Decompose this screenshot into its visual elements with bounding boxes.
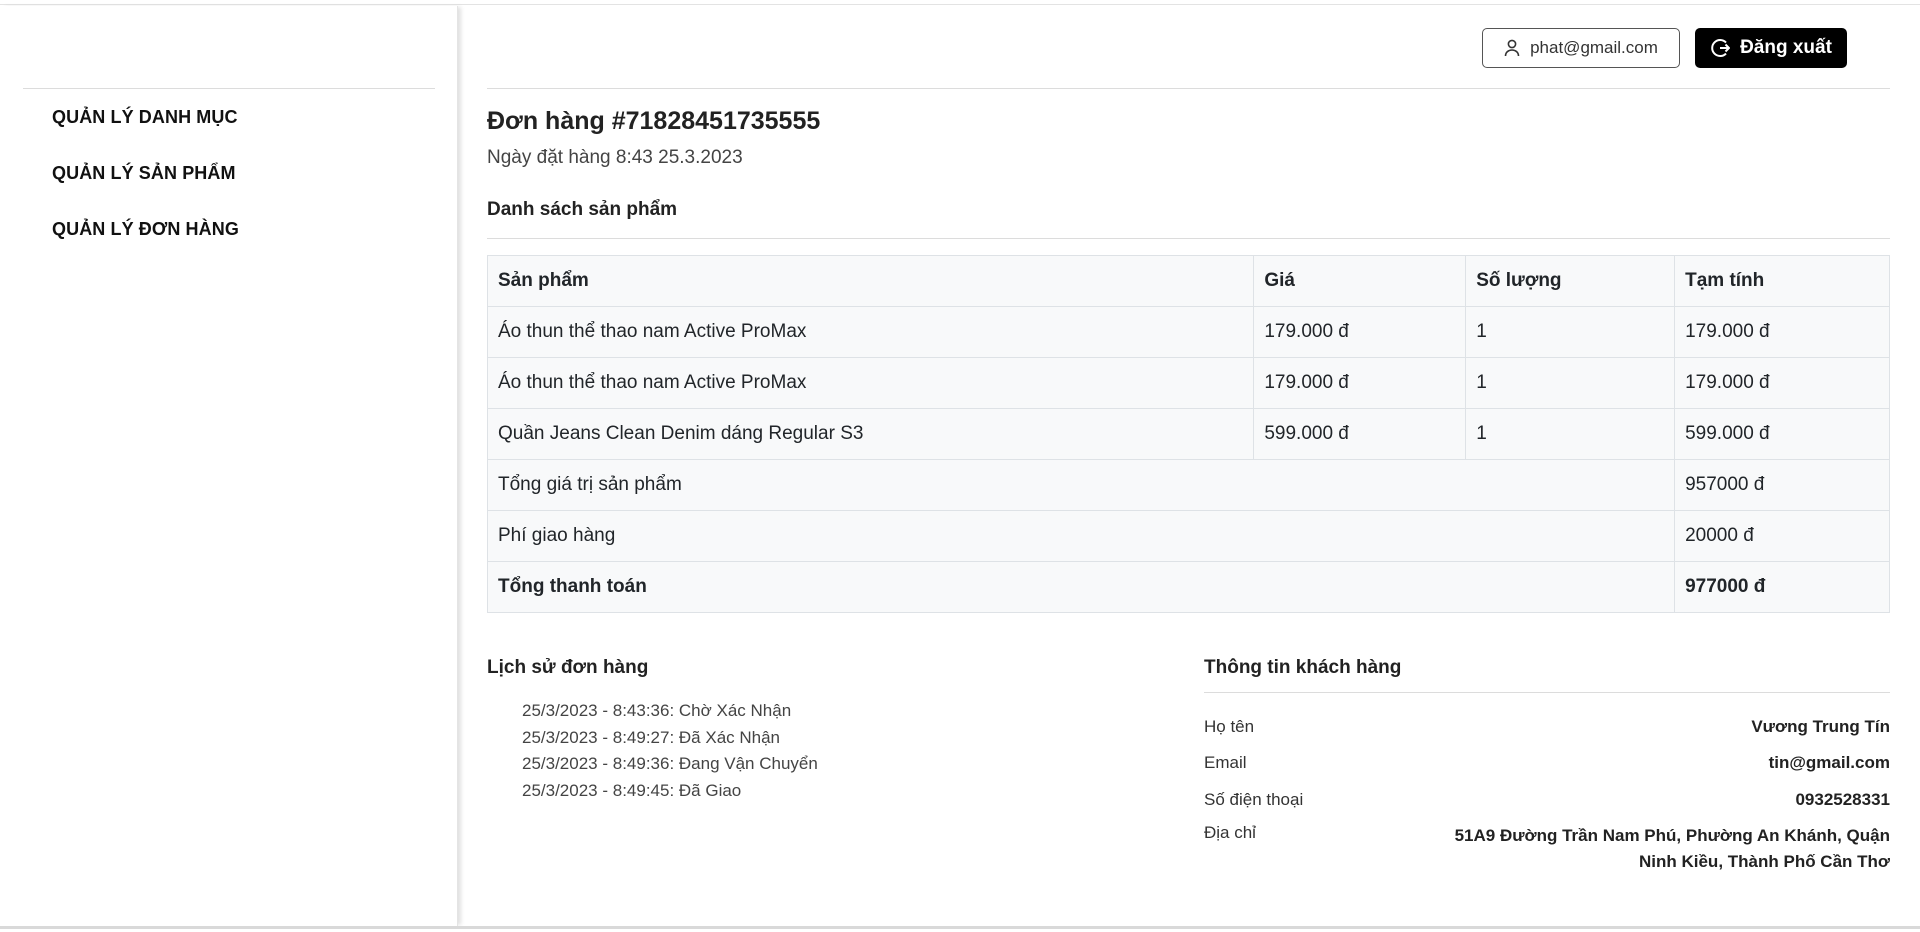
customer-phone-row: Số điện thoại 0932528331 xyxy=(1204,790,1890,810)
product-subtotal: 179.000 đ xyxy=(1674,306,1890,358)
product-price: 599.000 đ xyxy=(1253,408,1467,460)
shipping-label: Phí giao hàng xyxy=(486,510,1676,562)
customer-email-label: Email xyxy=(1204,753,1247,772)
bottom-border xyxy=(0,926,1920,929)
user-icon xyxy=(1504,39,1520,57)
customer-divider xyxy=(1204,692,1890,693)
order-history-list: 25/3/2023 - 8:43:36: Chờ Xác Nhận 25/3/2… xyxy=(522,698,818,804)
table-header-row: Sản phẩm Giá Số lượng Tạm tính xyxy=(486,255,1890,307)
products-table: Sản phẩm Giá Số lượng Tạm tính Áo thun t… xyxy=(486,255,1890,613)
list-item: 25/3/2023 - 8:49:45: Đã Giao xyxy=(522,780,742,800)
table-row: Áo thun thể thao nam Active ProMax 179.0… xyxy=(486,306,1890,358)
column-header-quantity: Số lượng xyxy=(1465,255,1676,307)
list-item: 25/3/2023 - 8:43:36: Chờ Xác Nhận xyxy=(522,701,792,720)
table-row: Áo thun thể thao nam Active ProMax 179.0… xyxy=(486,357,1890,409)
logout-label: Đăng xuất xyxy=(1740,37,1832,58)
order-title: Đơn hàng #71828451735555 xyxy=(487,107,821,135)
customer-address-label: Địa chỉ xyxy=(1204,823,1256,842)
summary-row-grand-total: Tổng thanh toán 977000 đ xyxy=(486,561,1890,613)
product-name: Quần Jeans Clean Denim dáng Regular S3 xyxy=(486,408,1255,460)
column-header-price: Giá xyxy=(1253,255,1467,307)
header: phat@gmail.com Đăng xuất xyxy=(487,6,1890,89)
column-header-product: Sản phẩm xyxy=(486,255,1255,307)
list-item: 25/3/2023 - 8:49:36: Đang Vận Chuyển xyxy=(522,754,818,773)
top-border xyxy=(0,4,1920,5)
main-content: phat@gmail.com Đăng xuất Đơn hàng #71828… xyxy=(486,6,1890,926)
list-item: 25/3/2023 - 8:49:27: Đã Xác Nhận xyxy=(522,727,781,747)
customer-email-value: tin@gmail.com xyxy=(1768,753,1890,772)
products-total-value: 957000 đ xyxy=(1674,459,1890,511)
logout-icon xyxy=(1710,38,1731,58)
sidebar-divider xyxy=(23,88,435,89)
customer-address-value: 51A9 Đường Trần Nam Phú, Phường An Khánh… xyxy=(1454,826,1890,871)
sidebar-item-products[interactable]: QUẢN LÝ SẢN PHẨM xyxy=(52,162,239,218)
logout-button[interactable]: Đăng xuất xyxy=(1695,28,1847,68)
products-divider xyxy=(487,238,1890,239)
sidebar: QUẢN LÝ DANH MỤC QUẢN LÝ SẢN PHẨM QUẢN L… xyxy=(0,6,458,926)
product-subtotal: 599.000 đ xyxy=(1674,408,1890,460)
product-quantity: 1 xyxy=(1465,306,1676,358)
customer-section-title: Thông tin khách hàng xyxy=(1204,657,1402,678)
product-quantity: 1 xyxy=(1465,408,1676,460)
customer-name-value: Vương Trung Tín xyxy=(1751,717,1890,736)
product-subtotal: 179.000 đ xyxy=(1674,357,1890,409)
customer-phone-value: 0932528331 xyxy=(1795,790,1890,809)
column-header-subtotal: Tạm tính xyxy=(1674,255,1890,307)
products-section-title: Danh sách sản phẩm xyxy=(487,199,678,220)
customer-name-label: Họ tên xyxy=(1204,717,1255,736)
table-row: Quần Jeans Clean Denim dáng Regular S3 5… xyxy=(486,408,1890,460)
order-date: Ngày đặt hàng 8:43 25.3.2023 xyxy=(487,147,743,168)
sidebar-item-categories[interactable]: QUẢN LÝ DANH MỤC xyxy=(52,106,239,162)
user-email: phat@gmail.com xyxy=(1530,38,1658,57)
product-name: Áo thun thể thao nam Active ProMax xyxy=(486,306,1255,358)
grand-total-value: 977000 đ xyxy=(1674,561,1890,613)
product-price: 179.000 đ xyxy=(1253,306,1467,358)
summary-row-products-total: Tổng giá trị sản phẩm 957000 đ xyxy=(486,459,1890,511)
product-quantity: 1 xyxy=(1465,357,1676,409)
sidebar-item-orders[interactable]: QUẢN LÝ ĐƠN HÀNG xyxy=(52,218,239,274)
summary-row-shipping: Phí giao hàng 20000 đ xyxy=(486,510,1890,562)
product-name: Áo thun thể thao nam Active ProMax xyxy=(486,357,1255,409)
history-section-title: Lịch sử đơn hàng xyxy=(487,657,649,678)
sidebar-nav: QUẢN LÝ DANH MỤC QUẢN LÝ SẢN PHẨM QUẢN L… xyxy=(52,106,239,274)
product-price: 179.000 đ xyxy=(1253,357,1467,409)
shipping-value: 20000 đ xyxy=(1674,510,1890,562)
customer-address-row: Địa chỉ 51A9 Đường Trần Nam Phú, Phường … xyxy=(1204,823,1890,875)
grand-total-label: Tổng thanh toán xyxy=(486,561,1676,613)
customer-email-row: Email tin@gmail.com xyxy=(1204,753,1890,773)
customer-phone-label: Số điện thoại xyxy=(1204,790,1304,809)
user-account-button[interactable]: phat@gmail.com xyxy=(1482,28,1680,68)
products-total-label: Tổng giá trị sản phẩm xyxy=(486,459,1676,511)
customer-name-row: Họ tên Vương Trung Tín xyxy=(1204,717,1890,737)
